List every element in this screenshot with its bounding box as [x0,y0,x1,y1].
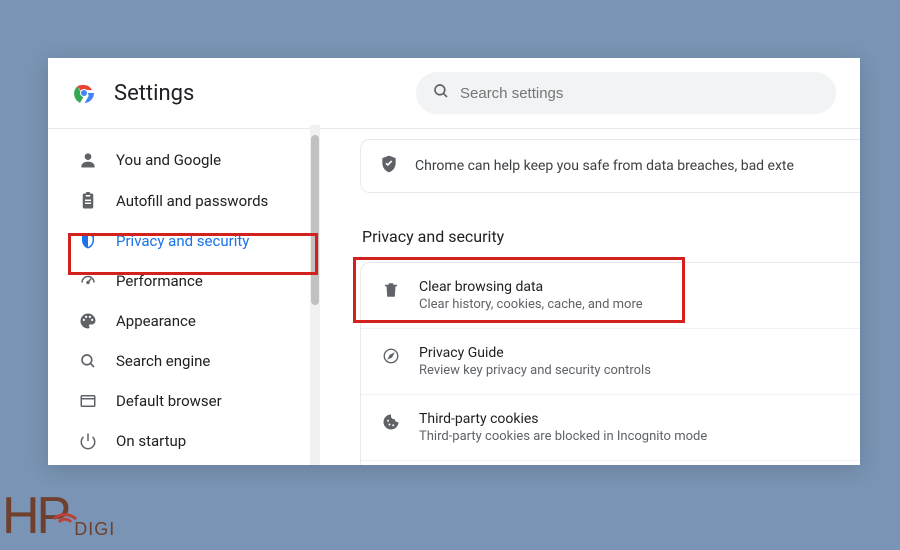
safety-text: Chrome can help keep you safe from data … [415,158,794,174]
row-title: Third-party cookies [419,411,707,427]
compass-icon [381,347,401,365]
row-title: Clear browsing data [419,279,643,295]
watermark-text-b: DIGI [74,519,115,540]
row-ad-privacy[interactable]: Ad privacy [361,461,860,465]
row-clear-browsing-data[interactable]: Clear browsing data Clear history, cooki… [361,263,860,329]
sidebar-label: Autofill and passwords [116,192,268,210]
search-icon [432,82,450,104]
row-third-party-cookies[interactable]: Third-party cookies Third-party cookies … [361,395,860,461]
sidebar-label: Search engine [116,352,210,370]
sidebar-item-you-and-google[interactable]: You and Google [48,139,306,181]
header: Settings [48,58,860,129]
shield-icon [78,232,98,250]
search-input[interactable] [460,85,820,102]
wifi-icon [50,478,80,538]
section-title: Privacy and security [362,227,860,246]
sidebar-label: On startup [116,432,186,450]
cookie-icon [381,413,401,431]
sidebar-label: Appearance [116,312,196,330]
speedometer-icon [78,272,98,290]
content-area: Chrome can help keep you safe from data … [306,129,860,465]
sidebar-label: Privacy and security [116,232,249,250]
sidebar-label: Default browser [116,392,222,410]
person-icon [78,150,98,170]
palette-icon [78,312,98,330]
sidebar-item-appearance[interactable]: Appearance [48,301,306,341]
sidebar-label: You and Google [116,151,221,169]
row-subtitle: Third-party cookies are blocked in Incog… [419,429,707,444]
page-title: Settings [114,81,194,106]
row-title: Privacy Guide [419,345,651,361]
search-icon [78,352,98,370]
trash-icon [381,281,401,299]
shield-check-icon [379,154,399,178]
row-subtitle: Clear history, cookies, cache, and more [419,297,643,312]
sidebar-item-autofill[interactable]: Autofill and passwords [48,181,306,221]
privacy-card: Clear browsing data Clear history, cooki… [360,262,860,465]
settings-window: Settings You and Google Autofill and pas… [48,58,860,465]
sidebar-scrollbar[interactable] [310,125,320,465]
row-privacy-guide[interactable]: Privacy Guide Review key privacy and sec… [361,329,860,395]
clipboard-icon [78,192,98,210]
sidebar-item-search-engine[interactable]: Search engine [48,341,306,381]
power-icon [78,432,98,450]
safety-check-card[interactable]: Chrome can help keep you safe from data … [360,139,860,193]
sidebar-item-performance[interactable]: Performance [48,261,306,301]
row-subtitle: Review key privacy and security controls [419,363,651,378]
sidebar-item-privacy-security[interactable]: Privacy and security [48,221,306,261]
sidebar: You and Google Autofill and passwords Pr… [48,129,306,465]
sidebar-item-default-browser[interactable]: Default browser [48,381,306,421]
chrome-logo-icon [72,81,96,105]
sidebar-label: Performance [116,272,203,290]
search-settings[interactable] [416,72,836,114]
window-icon [78,392,98,410]
sidebar-item-on-startup[interactable]: On startup [48,421,306,461]
watermark-logo: HP DIGI [2,486,115,546]
